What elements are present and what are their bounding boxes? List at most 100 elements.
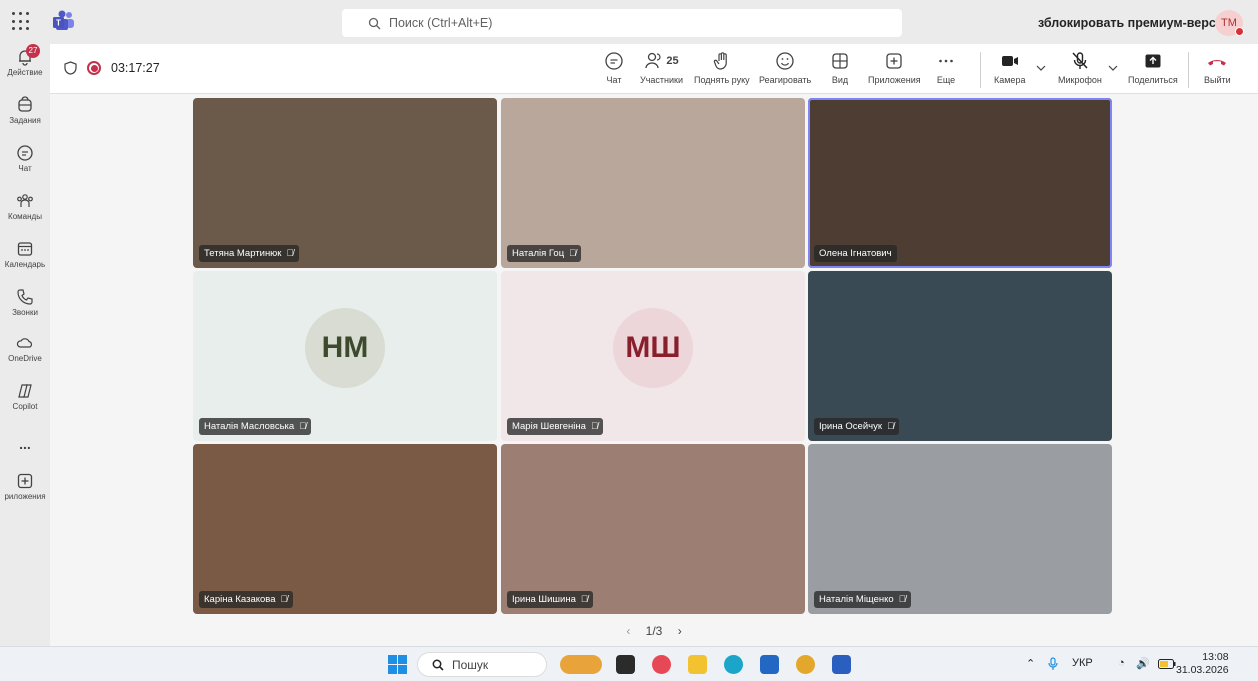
rail-item-teams[interactable]: Команды	[0, 192, 50, 221]
wifi-icon[interactable]: ◔	[1118, 657, 1125, 669]
raise-hand-button[interactable]: Поднять руку	[694, 51, 750, 85]
participant-tile[interactable]: Ірина Осейчук 🎙̸	[808, 271, 1112, 441]
calendar-icon	[17, 242, 33, 256]
view-button[interactable]: Вид	[830, 51, 850, 85]
mic-button[interactable]: Микрофон	[1058, 51, 1102, 85]
toolbar-divider	[1188, 52, 1189, 88]
language-indicator[interactable]: УКР	[1072, 657, 1093, 669]
rail-item-chat[interactable]: Чат	[0, 144, 50, 173]
participant-tile[interactable]: Наталія Міщенко 🎙̸	[808, 444, 1112, 614]
share-icon	[1145, 54, 1161, 68]
chrome-icon[interactable]	[796, 655, 815, 674]
participant-name-tag: Наталія Міщенко 🎙̸	[814, 591, 911, 608]
copilot-app-icon[interactable]	[652, 655, 671, 674]
mic-off-icon	[1072, 52, 1088, 69]
search-icon	[368, 17, 381, 29]
participant-tile[interactable]: НМ Наталія Масловська 🎙̸	[193, 271, 497, 441]
cloud-icon	[16, 338, 33, 348]
app-launcher-icon[interactable]	[12, 12, 32, 32]
participant-name: Наталія Масловська	[204, 421, 295, 432]
volume-icon[interactable]: 🔊	[1136, 657, 1150, 670]
copilot-icon	[18, 384, 32, 398]
rail-label: Календарь	[4, 260, 46, 269]
participant-tile[interactable]: Тетяна Мартинюк 🎙̸	[193, 98, 497, 268]
mic-tray-icon[interactable]	[1048, 657, 1058, 671]
chat-label: Чат	[606, 75, 622, 85]
participant-name-tag: Тетяна Мартинюк 🎙̸	[199, 245, 299, 262]
leave-button[interactable]: Выйти	[1204, 51, 1231, 85]
task-view-icon[interactable]	[616, 655, 635, 674]
store-icon[interactable]	[760, 655, 779, 674]
mic-muted-icon: 🎙̸	[590, 421, 599, 432]
windows-start-icon[interactable]	[388, 655, 407, 674]
rail-item-calendar[interactable]: Календарь	[0, 240, 50, 269]
people-icon	[645, 52, 661, 69]
prev-page-icon[interactable]: ‹	[626, 624, 630, 638]
rail-item-calls[interactable]: Звонки	[0, 288, 50, 317]
more-label: Еще	[936, 75, 956, 85]
add-apps-icon	[17, 473, 33, 489]
word-icon[interactable]	[832, 655, 851, 674]
participant-tile[interactable]: Каріна Казакова 🎙̸	[193, 444, 497, 614]
add-apps-icon	[886, 53, 902, 69]
status-dot-icon	[1235, 27, 1244, 36]
meeting-status: 03:17:27	[64, 61, 160, 75]
react-button[interactable]: Реагировать	[759, 51, 811, 85]
camera-options-chevron-icon[interactable]	[1036, 64, 1046, 72]
participant-tile[interactable]: Наталія Гоц 🎙̸	[501, 98, 805, 268]
participant-tile[interactable]: МШ Марія Шевгеніна 🎙̸	[501, 271, 805, 441]
participant-name: Марія Шевгеніна	[512, 421, 586, 432]
file-explorer-icon[interactable]	[688, 655, 707, 674]
rail-item-apps[interactable]: риложения	[0, 472, 50, 501]
rail-label: Действие	[7, 68, 43, 77]
mic-muted-icon: 🎙̸	[286, 248, 294, 259]
rail-more-button[interactable]: ...	[0, 436, 50, 452]
teams-icon	[17, 194, 33, 207]
clock-time: 13:08	[1202, 651, 1229, 663]
system-clock[interactable]: 13:08 31.03.2026	[1176, 651, 1229, 677]
view-label: Вид	[831, 75, 849, 85]
rail-item-copilot[interactable]: Copilot	[0, 382, 50, 411]
gallery-pager: ‹ 1/3 ›	[50, 624, 1258, 638]
raise-hand-label: Поднять руку	[694, 75, 750, 85]
more-button[interactable]: Еще	[936, 51, 956, 85]
rail-item-onedrive[interactable]: OneDrive	[0, 334, 50, 363]
camera-label: Камера	[994, 75, 1026, 85]
edge-icon[interactable]	[724, 655, 743, 674]
rail-label: Copilot	[12, 402, 38, 411]
phone-icon	[17, 289, 33, 305]
participant-name-tag: Наталія Гоц 🎙̸	[507, 245, 582, 262]
rail-item-activity[interactable]: 27 Действие	[0, 44, 50, 77]
page-indicator: 1/3	[645, 624, 663, 638]
search-icon	[432, 659, 444, 671]
share-label: Поделиться	[1128, 75, 1178, 85]
clock-date: 31.03.2026	[1176, 664, 1229, 676]
search-input[interactable]: Поиск (Ctrl+Alt+E)	[342, 9, 902, 37]
participant-name: Наталія Гоц	[512, 248, 565, 259]
apps-label: Приложения	[868, 75, 921, 85]
react-label: Реагировать	[759, 75, 812, 85]
next-page-icon[interactable]: ›	[678, 624, 682, 638]
svg-text:T: T	[56, 19, 61, 28]
share-button[interactable]: Поделиться	[1128, 51, 1178, 85]
participants-button[interactable]: 25 Участники	[640, 51, 683, 85]
toolbar-divider	[980, 52, 981, 88]
camera-button[interactable]: Камера	[994, 51, 1025, 85]
rail-item-tasks[interactable]: Задания	[0, 96, 50, 125]
taskbar-search[interactable]: Пошук	[417, 652, 547, 677]
battery-icon[interactable]	[1158, 659, 1176, 669]
user-avatar[interactable]: TM	[1215, 10, 1244, 36]
meeting-toolbar: 03:17:27 Чат 25 Участники Поднять руку Р…	[50, 44, 1258, 94]
widgets-icon[interactable]	[560, 655, 602, 674]
tray-chevron-icon[interactable]: ⌃	[1026, 657, 1035, 670]
taskbar-search-label: Пошук	[452, 657, 489, 672]
apps-button[interactable]: Приложения	[868, 51, 921, 85]
participant-tile[interactable]: Ірина Шишина 🎙̸	[501, 444, 805, 614]
participant-name: Ірина Шишина	[512, 594, 576, 605]
mic-options-chevron-icon[interactable]	[1108, 64, 1118, 72]
rail-label: OneDrive	[8, 354, 42, 363]
unlock-premium-button[interactable]: зблокировать премиум-версию	[1038, 10, 1234, 36]
rail-label: риложения	[4, 492, 46, 501]
participant-tile[interactable]: Олена Ігнатович	[808, 98, 1112, 268]
chat-button[interactable]: Чат	[604, 51, 624, 85]
